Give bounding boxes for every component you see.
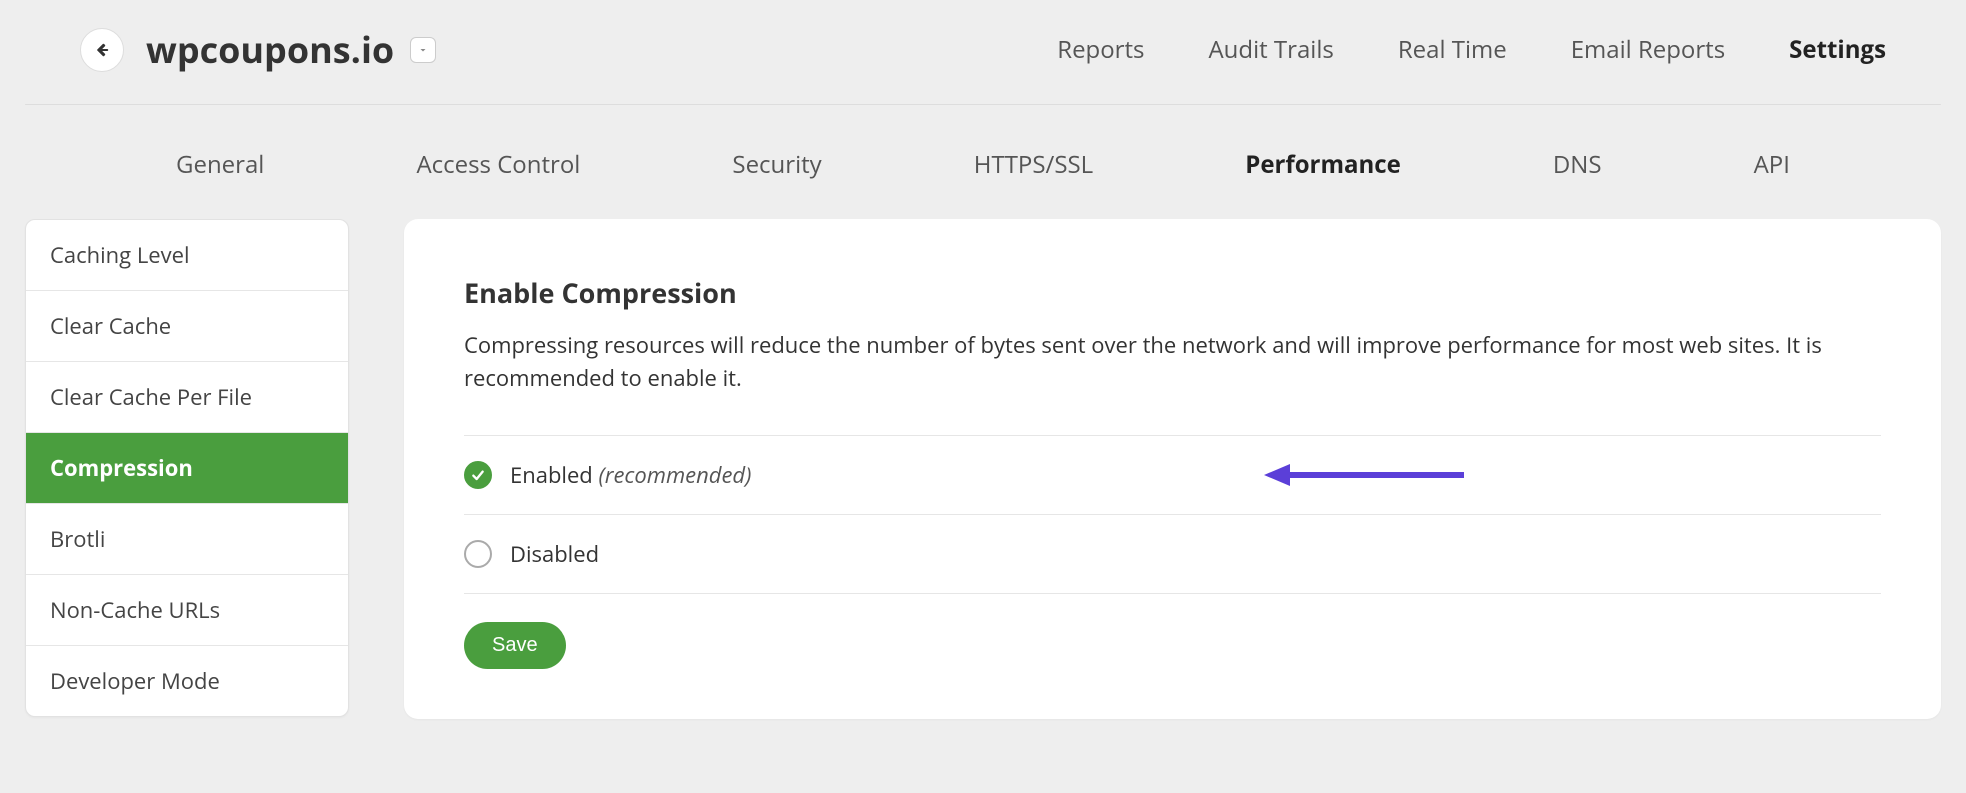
option-enabled[interactable]: Enabled (recommended): [464, 435, 1881, 514]
panel-title: Enable Compression: [464, 274, 1881, 311]
sidebar-item-caching-level[interactable]: Caching Level: [26, 220, 348, 291]
site-title: wpcoupons.io: [146, 25, 394, 74]
chevron-down-icon: [417, 44, 429, 56]
tab-api[interactable]: API: [1734, 140, 1810, 189]
sidebar-item-non-cache-urls[interactable]: Non-Cache URLs: [26, 575, 348, 646]
top-nav-reports[interactable]: Reports: [1057, 33, 1144, 66]
sidebar-item-clear-cache-per-file[interactable]: Clear Cache Per File: [26, 362, 348, 433]
check-icon: [470, 467, 486, 483]
sidebar-item-brotli[interactable]: Brotli: [26, 504, 348, 575]
site-dropdown-button[interactable]: [410, 37, 436, 63]
annotation-arrow-icon: [1264, 460, 1464, 490]
sidebar-item-compression[interactable]: Compression: [26, 433, 348, 504]
option-disabled[interactable]: Disabled: [464, 514, 1881, 594]
radio-disabled[interactable]: [464, 540, 492, 568]
option-enabled-hint: (recommended): [599, 460, 752, 490]
top-nav: Reports Audit Trails Real Time Email Rep…: [1057, 33, 1886, 66]
tab-https-ssl[interactable]: HTTPS/SSL: [954, 140, 1113, 189]
divider: [25, 104, 1941, 105]
option-disabled-label: Disabled: [510, 539, 599, 569]
tab-performance[interactable]: Performance: [1225, 140, 1421, 189]
radio-enabled[interactable]: [464, 461, 492, 489]
settings-tabs: General Access Control Security HTTPS/SS…: [0, 140, 1966, 189]
settings-panel: Enable Compression Compressing resources…: [404, 219, 1941, 719]
top-nav-email-reports[interactable]: Email Reports: [1571, 33, 1725, 66]
top-nav-real-time[interactable]: Real Time: [1398, 33, 1507, 66]
option-enabled-text: Enabled: [510, 460, 593, 490]
tab-access-control[interactable]: Access Control: [396, 140, 600, 189]
top-nav-audit-trails[interactable]: Audit Trails: [1208, 33, 1333, 66]
top-nav-settings[interactable]: Settings: [1789, 33, 1886, 66]
panel-description: Compressing resources will reduce the nu…: [464, 329, 1881, 395]
tab-security[interactable]: Security: [712, 140, 841, 189]
save-button[interactable]: Save: [464, 622, 566, 669]
tab-general[interactable]: General: [156, 140, 284, 189]
sidebar: Caching Level Clear Cache Clear Cache Pe…: [25, 219, 349, 717]
tab-dns[interactable]: DNS: [1533, 140, 1622, 189]
option-enabled-label: Enabled (recommended): [510, 460, 751, 490]
sidebar-item-clear-cache[interactable]: Clear Cache: [26, 291, 348, 362]
back-button[interactable]: [80, 28, 124, 72]
arrow-left-icon: [93, 41, 111, 59]
sidebar-item-developer-mode[interactable]: Developer Mode: [26, 646, 348, 716]
